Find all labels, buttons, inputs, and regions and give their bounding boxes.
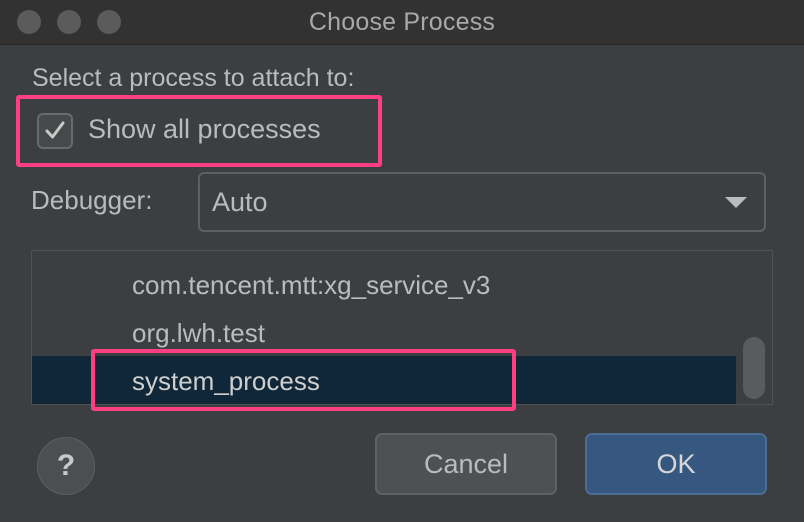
window-title: Choose Process [308,8,496,36]
scrollbar[interactable] [736,251,772,404]
show-all-processes-checkbox[interactable] [37,113,73,149]
scrollbar-thumb[interactable] [743,337,765,399]
process-name: org.lwh.test [132,318,265,348]
cancel-button[interactable]: Cancel [375,433,557,495]
checkmark-icon [45,121,65,139]
show-all-processes-label[interactable]: Show all processes [88,114,321,145]
debugger-value: Auto [212,187,268,217]
title-bar: Choose Process [0,0,804,45]
highlight-system-process [91,349,516,411]
help-button[interactable]: ? [37,437,95,495]
debugger-label: Debugger: [31,185,153,215]
process-row[interactable]: com.tencent.mtt:xg_service_v3 [32,260,738,308]
process-name: com.tencent.mtt:xg_service_v3 [132,270,491,300]
select-process-prompt: Select a process to attach to: [32,64,355,92]
chevron-down-icon [725,197,747,208]
debugger-select[interactable]: Auto [198,172,766,232]
ok-button[interactable]: OK [585,433,767,495]
